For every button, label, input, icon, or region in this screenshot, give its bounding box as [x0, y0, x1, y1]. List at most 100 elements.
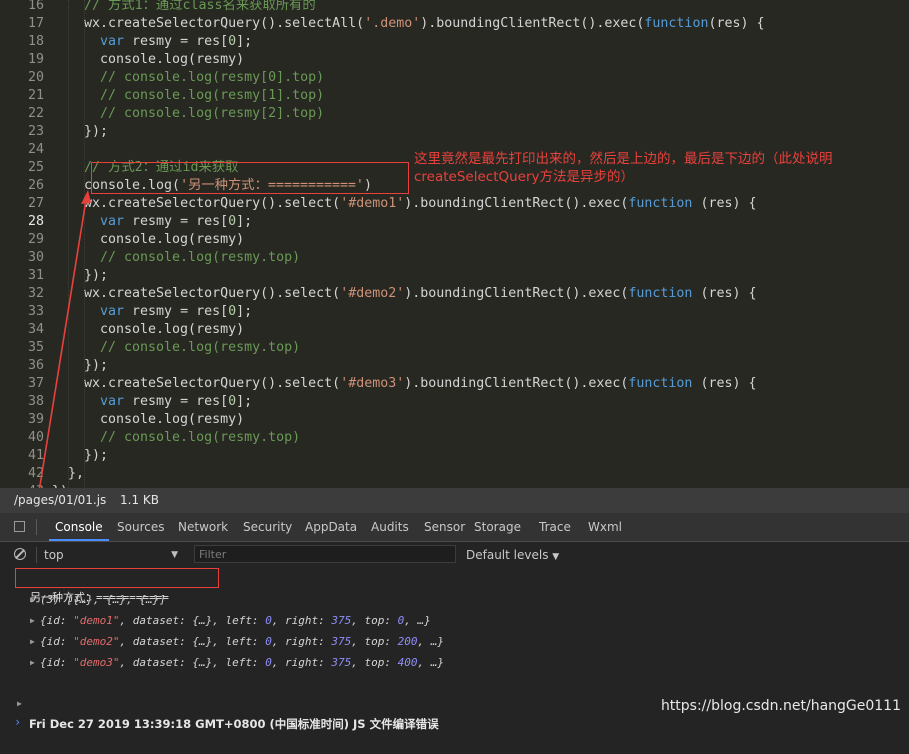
- code-token: resmy = res[: [124, 214, 229, 229]
- code-line[interactable]: 42},: [0, 465, 909, 483]
- code-line[interactable]: 30 // console.log(resmy.top): [0, 249, 909, 267]
- code-line[interactable]: 36});: [0, 357, 909, 375]
- code-text: // console.log(resmy[0].top): [100, 69, 324, 87]
- code-token: console.log(resmy): [100, 52, 245, 67]
- tab-wxml[interactable]: Wxml: [582, 513, 628, 541]
- code-token: 0: [228, 304, 237, 319]
- code-token: ];: [236, 34, 253, 49]
- code-line[interactable]: 31});: [0, 267, 909, 285]
- code-line[interactable]: 17 wx.createSelectorQuery().selectAll('.d…: [0, 15, 909, 33]
- tab-console[interactable]: Console: [49, 513, 109, 541]
- code-line[interactable]: 40 // console.log(resmy.top): [0, 429, 909, 447]
- code-token: ).boundingClientRect().exec(: [404, 286, 629, 301]
- code-token: });: [84, 448, 109, 463]
- code-text: // 方式1：通过class名来获取所有的: [84, 0, 316, 15]
- code-line[interactable]: 32 wx.createSelectorQuery().select('#demo…: [0, 285, 909, 303]
- line-number: 17: [27, 16, 44, 31]
- expand-triangle-icon[interactable]: ▶: [30, 590, 35, 610]
- code-line[interactable]: 23});: [0, 123, 909, 141]
- code-line[interactable]: 37 wx.createSelectorQuery().select('#demo…: [0, 375, 909, 393]
- object-token: [{…}, {…}, {…}]: [66, 593, 166, 606]
- code-token: '#demo1': [340, 196, 405, 211]
- object-token: , …}: [404, 614, 431, 627]
- tab-appdata[interactable]: AppData: [299, 513, 363, 541]
- object-token: , top:: [351, 614, 398, 627]
- code-token: wx.createSelectorQuery().select(: [84, 286, 341, 301]
- tab-network[interactable]: Network: [172, 513, 234, 541]
- tab-audits[interactable]: Audits: [365, 513, 415, 541]
- code-line[interactable]: 29 console.log(resmy): [0, 231, 909, 249]
- code-token: ).boundingClientRect().exec(: [404, 196, 629, 211]
- code-token: // console.log(resmy[2].top): [100, 106, 325, 121]
- code-line[interactable]: 27 wx.createSelectorQuery().select('#demo…: [0, 195, 909, 213]
- console-object-row[interactable]: ▶ {id: "demo1", dataset: {…}, left: 0, ri…: [0, 611, 909, 631]
- console-object-row[interactable]: ▶ (3) [{…}, {…}, {…}]: [0, 590, 909, 610]
- console-output: 另一种方式：=========== ▶ (3) [{…}, {…}, {…}] ▶{…: [0, 568, 909, 731]
- tab-trace[interactable]: Trace: [533, 513, 577, 541]
- divider: [36, 547, 37, 563]
- code-token: // console.log(resmy.top): [100, 340, 301, 355]
- code-line[interactable]: 38 var resmy = res[0];: [0, 393, 909, 411]
- code-line[interactable]: 33 var resmy = res[0];: [0, 303, 909, 321]
- code-line[interactable]: 16 // 方式1：通过class名来获取所有的: [0, 0, 909, 15]
- code-text: // console.log(resmy.top): [100, 339, 300, 357]
- code-text: wx.createSelectorQuery().selectAll('.dem…: [84, 15, 765, 33]
- code-line[interactable]: 39 console.log(resmy): [0, 411, 909, 429]
- expand-triangle-icon[interactable]: ▶: [30, 611, 35, 631]
- line-number: 34: [27, 322, 44, 337]
- code-token: // console.log(resmy[1].top): [100, 88, 325, 103]
- line-number: 36: [27, 358, 44, 373]
- code-text: });: [84, 357, 108, 375]
- log-levels-dropdown[interactable]: Default levels ▼: [466, 546, 559, 564]
- code-line[interactable]: 35 // console.log(resmy.top): [0, 339, 909, 357]
- line-number: 18: [27, 34, 44, 49]
- tab-sources[interactable]: Sources: [111, 513, 170, 541]
- object-token: , right:: [271, 614, 332, 627]
- console-error-line[interactable]: ▶ Fri Dec 27 2019 13:39:18 GMT+0800 (中国标…: [0, 674, 909, 731]
- context-select[interactable]: top ▼: [44, 546, 184, 564]
- code-line[interactable]: 19 console.log(resmy): [0, 51, 909, 69]
- filter-input[interactable]: [194, 545, 456, 563]
- chevron-down-icon: ▼: [552, 552, 560, 562]
- code-token: 0: [228, 394, 237, 409]
- line-number: 27: [27, 196, 44, 211]
- annotation-highlight-box: [91, 162, 409, 194]
- code-token: // console.log(resmy[0].top): [100, 70, 325, 85]
- expand-triangle-icon[interactable]: ▶: [30, 653, 35, 673]
- console-object-row[interactable]: ▶ {id: "demo2", dataset: {…}, left: 0, ri…: [0, 632, 909, 652]
- line-number: 21: [27, 88, 44, 103]
- object-token: 0: [265, 635, 272, 648]
- code-text: });: [84, 267, 108, 285]
- code-line[interactable]: 18 var resmy = res[0];: [0, 33, 909, 51]
- object-token: , …}: [417, 656, 445, 669]
- code-token: (res) {: [692, 196, 757, 211]
- line-number: 28: [27, 214, 44, 229]
- code-line[interactable]: 22 // console.log(resmy[2].top): [0, 105, 909, 123]
- object-token: {id:: [40, 635, 74, 648]
- indent-guide: [68, 0, 69, 488]
- object-token: 375: [331, 614, 352, 627]
- line-number: 19: [27, 52, 44, 67]
- code-line[interactable]: 34 console.log(resmy): [0, 321, 909, 339]
- annotation-highlight-box: [15, 568, 219, 588]
- code-line[interactable]: 28 var resmy = res[0];: [0, 213, 909, 231]
- code-line[interactable]: 41});: [0, 447, 909, 465]
- code-text: var resmy = res[0];: [100, 303, 252, 321]
- code-editor[interactable]: 16 // 方式1：通过class名来获取所有的 17 wx.createSelect…: [0, 0, 909, 488]
- code-text: var resmy = res[0];: [100, 393, 252, 411]
- code-text: },: [68, 465, 84, 483]
- clear-console-icon[interactable]: [14, 548, 26, 560]
- object-token: , dataset: {…}, left:: [119, 656, 266, 669]
- expand-triangle-icon[interactable]: ▶: [30, 632, 35, 652]
- object-token: , …}: [417, 635, 445, 648]
- tab-storage[interactable]: Storage: [468, 513, 527, 541]
- line-number: 37: [27, 376, 44, 391]
- code-token: });: [84, 268, 109, 283]
- code-line[interactable]: 21 // console.log(resmy[1].top): [0, 87, 909, 105]
- console-object-row[interactable]: ▶ {id: "demo3", dataset: {…}, left: 0, ri…: [0, 653, 909, 673]
- tab-sensor[interactable]: Sensor: [418, 513, 471, 541]
- tab-security[interactable]: Security: [237, 513, 298, 541]
- code-text: console.log(resmy): [100, 411, 244, 429]
- inspect-element-icon[interactable]: [14, 521, 25, 532]
- code-line[interactable]: 20 // console.log(resmy[0].top): [0, 69, 909, 87]
